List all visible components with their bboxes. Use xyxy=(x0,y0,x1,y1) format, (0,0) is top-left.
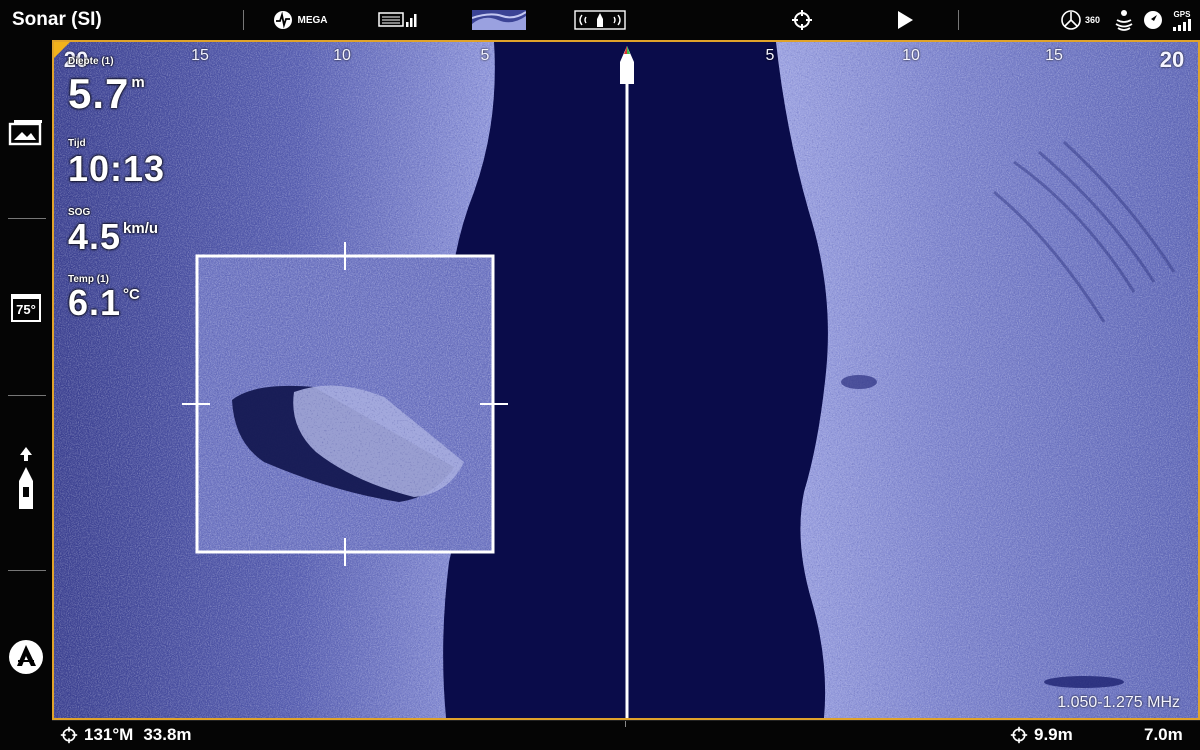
sidebar-item-boat-position[interactable] xyxy=(0,447,52,510)
temp-value: 6.1 xyxy=(68,282,122,323)
360-imaging-button[interactable]: 360 xyxy=(1052,6,1108,34)
play-button[interactable] xyxy=(890,6,920,34)
gps-signal-icon xyxy=(1173,18,1191,31)
boat-up-arrow-icon xyxy=(19,447,33,509)
360-label: 360 xyxy=(1084,15,1101,25)
bottom-feature xyxy=(1044,676,1124,688)
zoom-inset[interactable] xyxy=(182,242,508,566)
mega-mode-button[interactable]: MEGA xyxy=(265,6,335,34)
sog-unit: km/u xyxy=(123,220,159,237)
range-label-right-15: 15 xyxy=(1045,47,1063,64)
depth-value: 5.7 xyxy=(68,70,130,117)
depth-label: Diepte (1) xyxy=(68,56,114,67)
sonar-image[interactable] xyxy=(54,42,1198,718)
mega-label: MEGA xyxy=(297,14,328,26)
range-label-right-20: 20 xyxy=(1159,47,1185,72)
navigation-status-button[interactable] xyxy=(1140,6,1166,34)
top-bar: Sonar (SI) MEGA 360 GPS xyxy=(0,0,1200,40)
bearing-value: 131°M xyxy=(84,725,134,744)
toolbar-divider xyxy=(958,10,959,30)
sidebar: 75° xyxy=(0,40,52,750)
compass-arrow-icon xyxy=(1144,11,1162,29)
temp-unit: °C xyxy=(123,286,140,303)
range-label-right-10: 10 xyxy=(902,47,920,64)
range-label-left-5: 5 xyxy=(480,47,490,64)
transducer-view-button[interactable] xyxy=(572,6,628,34)
bearing-readout: 131°M 33.8m xyxy=(60,725,192,745)
time-readout: 10:13 xyxy=(68,148,165,190)
depth-readout: 5.7 m xyxy=(68,70,145,118)
side-imaging-thumbnail-icon xyxy=(472,10,526,30)
frequency-label: 1.050-1.275 MHz xyxy=(1057,694,1180,711)
sidebar-divider xyxy=(8,570,46,571)
sidebar-divider xyxy=(8,395,46,396)
range-label-left-10: 10 xyxy=(333,47,351,64)
cursor-depth-value: 7.0m xyxy=(1144,725,1183,744)
crosshair-icon xyxy=(1010,726,1028,744)
transducer-icon xyxy=(574,10,626,30)
chart-view-icon xyxy=(378,12,417,27)
page-title: Sonar (SI) xyxy=(12,9,102,30)
gps-status-button[interactable]: GPS xyxy=(1168,6,1196,34)
bottom-feature xyxy=(841,375,877,389)
status-bar: 131°M 33.8m 9.9m 7.0m xyxy=(52,720,1200,750)
sidebar-item-screens[interactable] xyxy=(0,102,52,162)
cursor-mode-button[interactable] xyxy=(788,6,816,34)
sog-readout: 4.5 km/u xyxy=(68,216,158,258)
toolbar-divider xyxy=(243,10,244,30)
gps-label: GPS xyxy=(1173,9,1191,19)
crosshair-icon xyxy=(792,10,812,30)
mega-icon xyxy=(273,11,292,29)
down-imaging-view-button[interactable] xyxy=(372,6,424,34)
side-imaging-view-button[interactable] xyxy=(470,6,528,34)
sidebar-item-readouts[interactable]: 75° xyxy=(0,278,52,338)
depth-unit: m xyxy=(131,74,145,91)
temp-readout: 6.1 °C xyxy=(68,282,140,324)
cursor-depth-readout: 7.0m xyxy=(1144,725,1183,745)
humminbird-logo-icon xyxy=(9,640,43,674)
side-imaging-view[interactable]: 20 15 10 5 5 10 15 20 Diepte (1) 5.7 m Ti… xyxy=(52,40,1200,720)
cursor-distance-value: 9.9m xyxy=(1034,725,1073,744)
time-value: 10:13 xyxy=(68,148,166,189)
sog-value: 4.5 xyxy=(68,216,122,257)
screens-icon xyxy=(8,120,42,146)
center-tick xyxy=(625,721,626,727)
sonar-status-button[interactable] xyxy=(1112,6,1136,34)
sidebar-divider xyxy=(8,218,46,219)
play-icon xyxy=(898,11,913,29)
range-label-left-15: 15 xyxy=(191,47,209,64)
temperature-icon-text: 75° xyxy=(16,302,36,317)
sidebar-item-home[interactable] xyxy=(0,627,52,687)
range-label-right-5: 5 xyxy=(765,47,775,64)
crosshair-icon xyxy=(60,726,78,744)
360-sonar-icon xyxy=(1061,10,1081,30)
sonar-wave-icon xyxy=(1115,10,1133,31)
cursor-distance-readout: 9.9m xyxy=(1010,725,1073,745)
temperature-readout-icon: 75° xyxy=(11,294,41,322)
distance-value: 33.8m xyxy=(143,725,192,744)
